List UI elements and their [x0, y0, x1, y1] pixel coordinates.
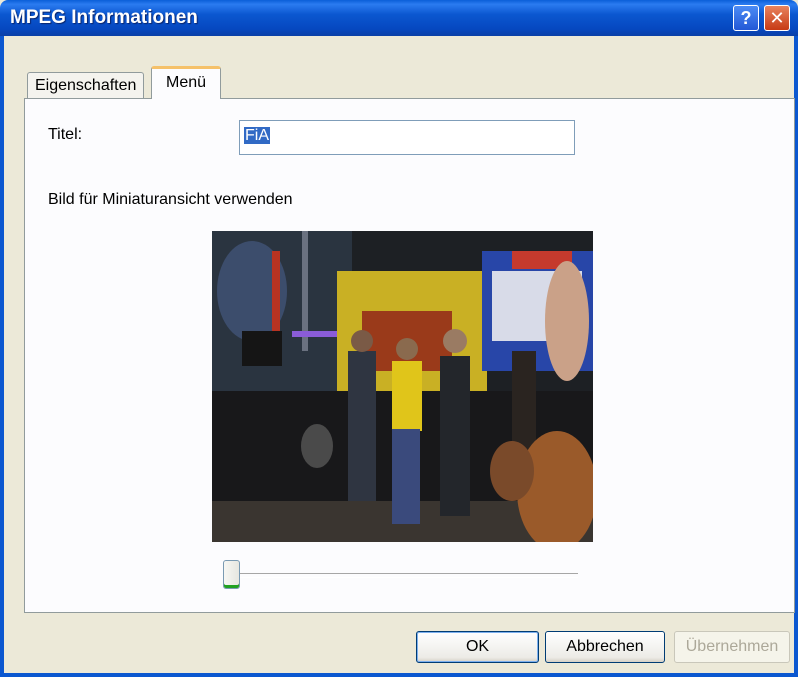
- tab-label: Menü: [166, 74, 207, 91]
- title-field-label: Titel:: [48, 126, 83, 143]
- thumbnail-label: Bild für Miniaturansicht verwenden: [48, 191, 293, 208]
- close-button[interactable]: ✕: [764, 5, 790, 31]
- ok-button[interactable]: OK: [416, 631, 539, 663]
- tab-eigenschaften[interactable]: Eigenschaften: [27, 72, 145, 98]
- concert-stage-image: [212, 231, 593, 542]
- title-input-value: FiA: [244, 127, 270, 144]
- dialog-window: MPEG Informationen ? ✕ Eigenschaften Men…: [0, 0, 798, 677]
- tab-label: Eigenschaften: [35, 77, 137, 94]
- window-title: MPEG Informationen: [10, 7, 198, 28]
- close-icon: ✕: [769, 7, 785, 28]
- title-bar[interactable]: MPEG Informationen ? ✕: [0, 0, 798, 36]
- cancel-button[interactable]: Abbrechen: [545, 631, 665, 663]
- title-input[interactable]: FiA: [239, 120, 575, 155]
- help-button[interactable]: ?: [733, 5, 759, 31]
- thumbnail-slider-thumb[interactable]: [223, 560, 240, 589]
- thumbnail-slider-track[interactable]: [232, 573, 578, 578]
- help-icon: ?: [740, 7, 752, 28]
- tab-menu[interactable]: Menü: [151, 66, 222, 99]
- window-border-left: [0, 36, 4, 677]
- window-border-bottom: [0, 673, 798, 677]
- apply-button[interactable]: Übernehmen: [674, 631, 790, 663]
- thumbnail-preview: [212, 231, 593, 542]
